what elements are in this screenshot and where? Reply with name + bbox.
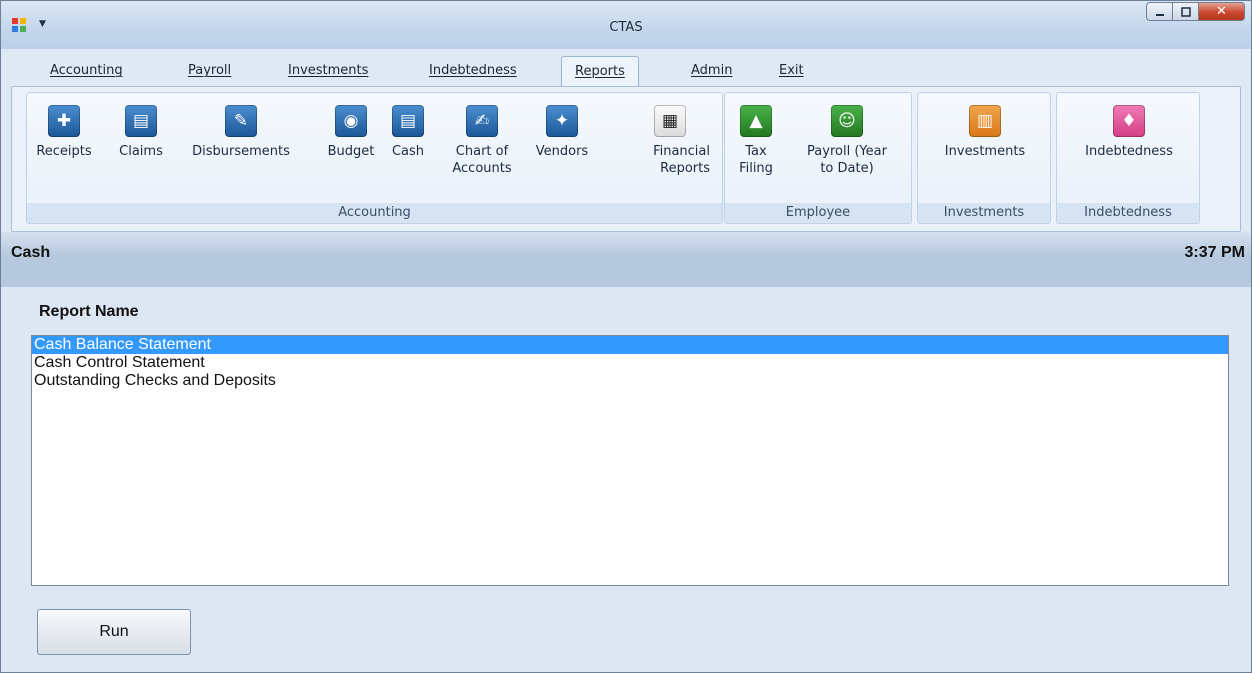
ribbon-group-employee: ▲ Tax Filing ☺ Payroll (Year to Date) Em… — [724, 92, 912, 224]
clock-time: 3:37 PM — [1184, 244, 1245, 261]
chart-of-accounts-label-line2: Accounts — [452, 161, 512, 176]
indebtedness-label: Indebtedness — [1085, 144, 1173, 159]
claims-label: Claims — [119, 144, 163, 159]
ribbon-group-indebtedness: ♦ Indebtedness Indebtedness — [1056, 92, 1200, 224]
tab-investments[interactable]: Investments — [288, 56, 368, 86]
minimize-icon — [1155, 13, 1164, 16]
disbursements-icon: ✎ — [225, 105, 257, 137]
minimize-button[interactable] — [1146, 2, 1173, 21]
tab-accounting[interactable]: Accounting — [50, 56, 123, 86]
handshake-icon: ✦ — [546, 105, 578, 137]
tax-filing-button[interactable]: ▲ Tax Filing — [731, 105, 781, 177]
maximize-icon — [1180, 6, 1191, 17]
cash-icon: ▤ — [392, 105, 424, 137]
financial-reports-label-line1: Financial — [653, 144, 710, 159]
tax-filing-label-line2: Filing — [739, 161, 773, 176]
budget-button[interactable]: ◉ Budget — [321, 105, 381, 160]
main-content: Report Name Cash Balance Statement Cash … — [1, 287, 1251, 672]
list-item[interactable]: Cash Control Statement — [32, 354, 1228, 372]
tab-payroll[interactable]: Payroll — [188, 56, 231, 86]
chart-of-accounts-button[interactable]: ✍ Chart of Accounts — [444, 105, 520, 177]
cash-label: Cash — [391, 144, 425, 159]
employee-document-icon: ☺ — [831, 105, 863, 137]
title-bar: ▼ CTAS ✕ — [1, 1, 1251, 49]
disbursements-button[interactable]: ✎ Disbursements — [186, 105, 296, 160]
ribbon-group-accounting: ✚ Receipts ▤ Claims ✎ Disbursements ◉ Bu… — [26, 92, 723, 224]
vendors-button[interactable]: ✦ Vendors — [529, 105, 595, 160]
ribbon-group-investments: ▥ Investments Investments — [917, 92, 1051, 224]
receipts-label: Receipts — [36, 144, 92, 159]
cash-button[interactable]: ▤ Cash — [385, 105, 431, 160]
chart-of-accounts-icon: ✍ — [466, 105, 498, 137]
list-item[interactable]: Outstanding Checks and Deposits — [32, 372, 1228, 390]
chart-of-accounts-label-line1: Chart of — [455, 144, 509, 159]
financial-reports-button[interactable]: ▦ Financial Reports — [610, 105, 710, 177]
vendors-label: Vendors — [535, 144, 589, 159]
financial-reports-label-line2: Reports — [660, 161, 710, 176]
chart-icon: ▥ — [969, 105, 1001, 137]
budget-label: Budget — [327, 144, 375, 159]
receipts-button[interactable]: ✚ Receipts — [32, 105, 96, 160]
list-item[interactable]: Cash Balance Statement — [32, 336, 1228, 354]
tab-admin[interactable]: Admin — [691, 56, 732, 86]
window-controls: ✕ — [1146, 2, 1245, 22]
piggy-bank-icon: ◉ — [335, 105, 367, 137]
payroll-ytd-button[interactable]: ☺ Payroll (Year to Date) — [791, 105, 903, 177]
status-bar: Cash 3:37 PM — [1, 232, 1251, 287]
maximize-button[interactable] — [1173, 2, 1199, 21]
app-window: ▼ CTAS ✕ Accounting Payroll Investments … — [0, 0, 1252, 673]
ribbon: ✚ Receipts ▤ Claims ✎ Disbursements ◉ Bu… — [11, 86, 1241, 232]
claims-icon: ▤ — [125, 105, 157, 137]
tab-exit[interactable]: Exit — [779, 56, 804, 86]
receipts-icon: ✚ — [48, 105, 80, 137]
tab-reports[interactable]: Reports — [561, 56, 639, 87]
menu-bar: Accounting Payroll Investments Indebtedn… — [11, 56, 1241, 87]
payroll-ytd-label-line1: Payroll (Year — [807, 144, 887, 159]
investments-group-label: Investments — [918, 203, 1050, 223]
current-module-label: Cash — [11, 244, 51, 261]
investments-label: Investments — [944, 144, 1026, 159]
tax-filing-label-line1: Tax — [745, 144, 767, 159]
accounting-group-label: Accounting — [27, 203, 722, 223]
report-name-heading: Report Name — [39, 303, 139, 320]
close-icon: ✕ — [1216, 4, 1227, 19]
window-title: CTAS — [609, 20, 643, 35]
bank-icon: ▲ — [740, 105, 772, 137]
close-button[interactable]: ✕ — [1199, 2, 1245, 21]
disbursements-label: Disbursements — [192, 144, 290, 159]
payroll-ytd-label-line2: to Date) — [820, 161, 874, 176]
indebtedness-button[interactable]: ♦ Indebtedness — [1065, 105, 1193, 160]
calculator-icon: ▦ — [654, 105, 686, 137]
tab-indebtedness[interactable]: Indebtedness — [429, 56, 517, 86]
investments-button[interactable]: ▥ Investments — [926, 105, 1044, 160]
run-button[interactable]: Run — [37, 609, 191, 655]
report-listbox[interactable]: Cash Balance Statement Cash Control Stat… — [31, 335, 1229, 586]
employee-group-label: Employee — [725, 203, 911, 223]
claims-button[interactable]: ▤ Claims — [109, 105, 173, 160]
money-bag-icon: ♦ — [1113, 105, 1145, 137]
indebtedness-group-label: Indebtedness — [1057, 203, 1199, 223]
